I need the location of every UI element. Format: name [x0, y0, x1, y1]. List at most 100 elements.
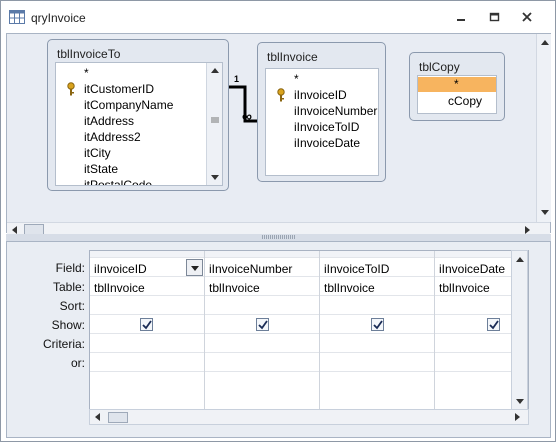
table-cell-value: tblInvoice — [324, 281, 375, 295]
field-list[interactable]: * itCustomerID itCompanyName itAddress i… — [55, 62, 223, 186]
field-cell-value: iInvoiceID — [94, 262, 147, 276]
field-cell[interactable]: iInvoiceNumber — [205, 258, 319, 277]
scroll-down-icon[interactable] — [516, 399, 524, 404]
row-label-or: or: — [70, 356, 85, 370]
field-item[interactable]: itPostalCode — [84, 177, 152, 185]
column-selector[interactable] — [320, 251, 434, 258]
column-selector[interactable] — [205, 251, 319, 258]
minimize-icon[interactable] — [450, 9, 472, 25]
table-diagram-pane[interactable]: tblInvoiceTo * itCustomerID itCompanyNam… — [6, 33, 551, 236]
key-icon — [277, 88, 285, 102]
field-item[interactable]: itAddress — [84, 113, 134, 129]
field-item[interactable]: iInvoiceID — [294, 87, 347, 103]
field-item[interactable]: * — [454, 76, 459, 92]
field-cell-value: iInvoiceToID — [324, 262, 390, 276]
field-cell[interactable]: iInvoiceToID — [320, 258, 434, 277]
table-cell[interactable]: tblInvoice — [90, 277, 204, 296]
grid-column[interactable]: iInvoiceNumber tblInvoice — [205, 251, 320, 409]
check-icon — [142, 320, 152, 330]
table-title: tblInvoiceTo — [57, 47, 121, 61]
table-cell-value: tblInvoice — [439, 281, 490, 295]
table-cell[interactable]: tblInvoice — [320, 277, 434, 296]
design-grid-pane: Field: Table: Sort: Show: Criteria: or: … — [6, 241, 551, 438]
row-label-sort: Sort: — [59, 299, 85, 313]
grid-horizontal-scrollbar[interactable] — [89, 409, 529, 425]
splitter-grip-icon — [262, 235, 296, 239]
show-cell — [320, 315, 434, 334]
dropdown-button[interactable] — [186, 259, 203, 276]
table-title: tblInvoice — [267, 50, 318, 64]
field-item[interactable]: iInvoiceNumber — [294, 103, 377, 119]
close-icon[interactable] — [516, 9, 538, 25]
check-icon — [258, 320, 268, 330]
scroll-up-icon[interactable] — [211, 68, 219, 73]
show-checkbox[interactable] — [140, 318, 153, 331]
relationship-many-label: ∞ — [242, 108, 252, 124]
field-item[interactable]: itAddress2 — [84, 129, 141, 145]
show-checkbox[interactable] — [487, 318, 500, 331]
window-title: qryInvoice — [31, 11, 86, 25]
scroll-down-icon[interactable] — [541, 210, 549, 215]
or-cell[interactable] — [320, 353, 434, 372]
pane-vertical-scrollbar[interactable] — [536, 34, 551, 222]
field-item[interactable]: iInvoiceToID — [294, 119, 359, 135]
field-item[interactable]: itCity — [84, 145, 111, 161]
check-icon — [489, 320, 499, 330]
scroll-right-icon[interactable] — [515, 413, 520, 421]
column-selector[interactable] — [90, 251, 204, 258]
grid-column[interactable]: iInvoiceID tblInvoice — [90, 251, 205, 409]
field-cell-value: iInvoiceNumber — [209, 262, 293, 276]
restore-icon[interactable] — [483, 9, 505, 25]
table-box-tblinvoiceto[interactable]: tblInvoiceTo * itCustomerID itCompanyNam… — [47, 39, 229, 191]
vertical-scrollbar[interactable] — [206, 63, 222, 185]
title-bar[interactable]: qryInvoice — [1, 1, 555, 33]
row-label-criteria: Criteria: — [42, 337, 85, 351]
query-window: qryInvoice tblInvoiceTo * itCustomerID i… — [0, 0, 556, 442]
scroll-left-icon[interactable] — [95, 413, 100, 421]
show-checkbox[interactable] — [256, 318, 269, 331]
scroll-right-icon[interactable] — [525, 226, 530, 234]
or-cell[interactable] — [205, 353, 319, 372]
relationship-one-label: 1 — [234, 74, 240, 84]
scroll-grip-icon — [211, 117, 219, 123]
grid-vertical-scrollbar[interactable] — [511, 250, 528, 410]
field-item[interactable]: itCompanyName — [84, 97, 173, 113]
field-item[interactable]: iInvoiceDate — [294, 135, 360, 151]
or-cell[interactable] — [90, 353, 204, 372]
table-cell-value: tblInvoice — [209, 281, 260, 295]
query-design-grid[interactable]: iInvoiceID tblInvoice iInvoiceNumber tbl… — [89, 250, 529, 410]
field-item[interactable]: itCustomerID — [84, 81, 154, 97]
field-item[interactable]: * — [294, 71, 299, 87]
criteria-cell[interactable] — [90, 334, 204, 353]
criteria-cell[interactable] — [205, 334, 319, 353]
sort-cell[interactable] — [320, 296, 434, 315]
key-icon — [67, 82, 75, 96]
table-title: tblCopy — [419, 60, 460, 74]
scroll-thumb[interactable] — [108, 412, 128, 423]
table-box-tblinvoice[interactable]: tblInvoice * iInvoiceID iInvoiceNumber i… — [257, 42, 386, 182]
row-label-table: Table: — [52, 280, 85, 294]
scroll-up-icon[interactable] — [516, 257, 524, 262]
chevron-down-icon — [191, 266, 199, 271]
field-list[interactable]: * cCopy — [417, 75, 497, 114]
grid-column[interactable]: iInvoiceToID tblInvoice — [320, 251, 435, 409]
scroll-up-icon[interactable] — [541, 40, 549, 45]
pane-splitter[interactable] — [6, 234, 551, 241]
sort-cell[interactable] — [90, 296, 204, 315]
show-cell — [90, 315, 204, 334]
table-cell[interactable]: tblInvoice — [205, 277, 319, 296]
scroll-down-icon[interactable] — [211, 175, 219, 180]
row-label-field: Field: — [55, 261, 85, 275]
field-cell-value: iInvoiceDate — [439, 262, 506, 276]
field-list[interactable]: * iInvoiceID iInvoiceNumber iInvoiceToID… — [265, 68, 379, 176]
check-icon — [373, 320, 383, 330]
criteria-cell[interactable] — [320, 334, 434, 353]
row-label-show: Show: — [51, 318, 85, 332]
scroll-left-icon[interactable] — [12, 226, 17, 234]
field-item[interactable]: itState — [84, 161, 118, 177]
field-item[interactable]: cCopy — [448, 93, 482, 109]
show-checkbox[interactable] — [371, 318, 384, 331]
sort-cell[interactable] — [205, 296, 319, 315]
field-item[interactable]: * — [84, 65, 89, 81]
table-box-tblcopy[interactable]: tblCopy * cCopy — [409, 52, 505, 121]
